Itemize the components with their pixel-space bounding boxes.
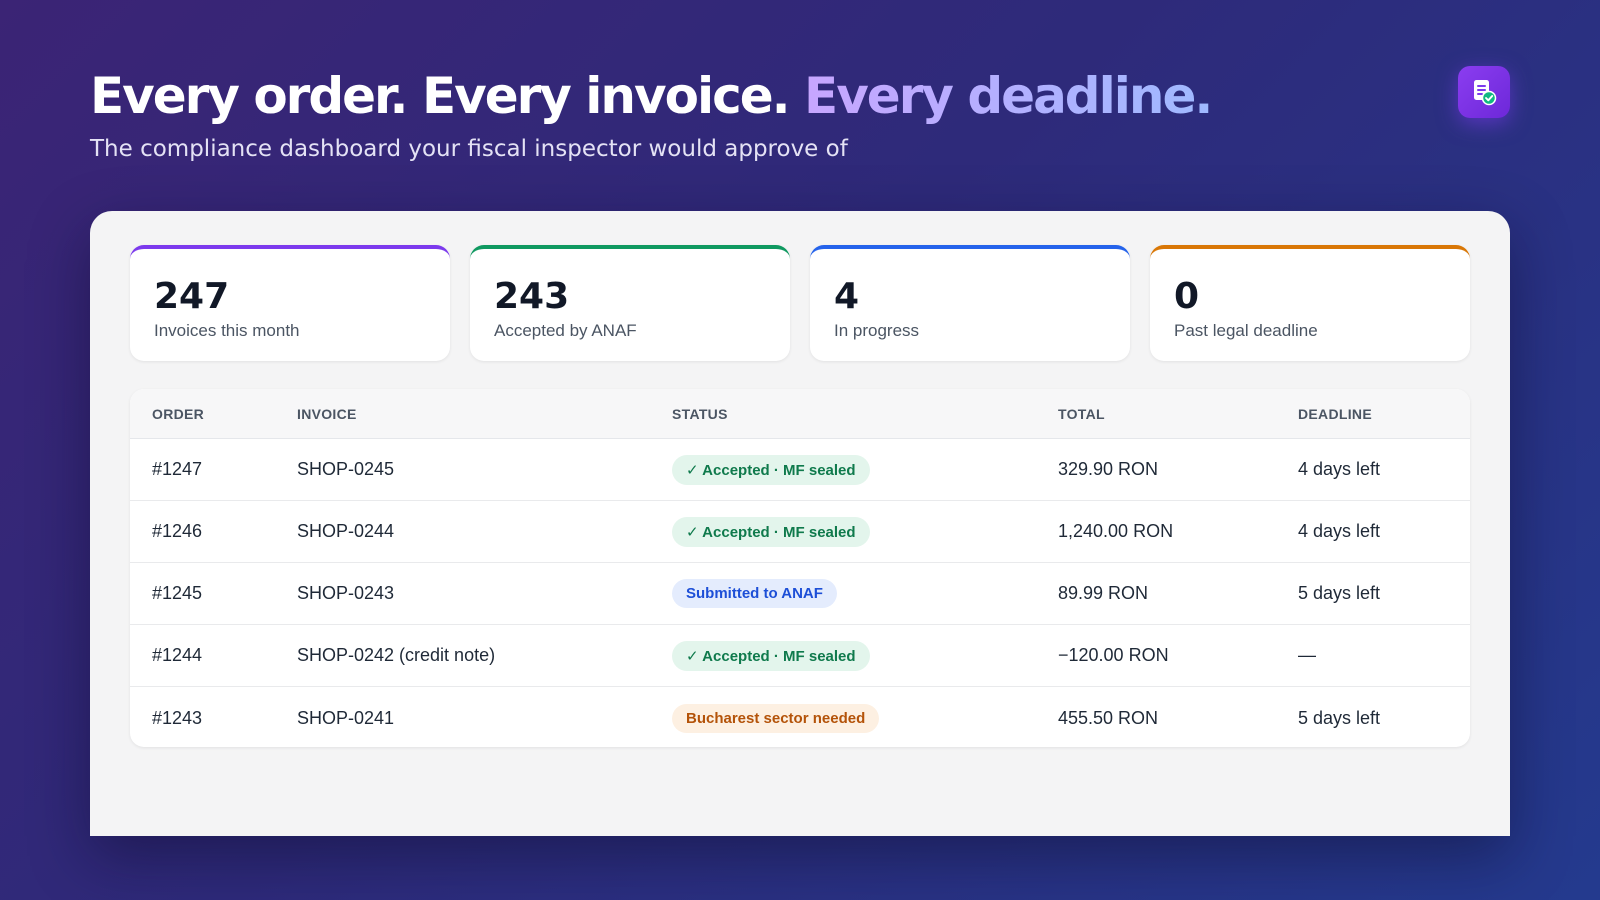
stats-row: 247 Invoices this month 243 Accepted by ANA… [130,245,1470,361]
deadline-cell: 4 days left [1298,459,1381,479]
page-headline: Every order. Every invoice. Every deadli… [90,66,1213,126]
status-badge: ✓ Accepted · MF sealed [672,640,870,671]
stat-label: In progress [834,321,920,340]
column-header-deadline[interactable]: DEADLINE [1298,406,1468,422]
status-badge: ✓ Accepted · MF sealed [672,454,870,485]
table-row[interactable]: #1243 SHOP-0241 Bucharest sector needed 455… [130,687,1470,747]
table-body: #1247 SHOP-0245 ✓ Accepted · MF sealed 329.… [130,439,1470,747]
table-row[interactable]: #1245 SHOP-0243 Submitted to ANAF 89.99 RON… [130,563,1470,625]
stat-value: 0 [1174,276,1200,317]
table-row[interactable]: #1246 SHOP-0244 ✓ Accepted · MF sealed 1,24… [130,501,1470,563]
total-cell: 329.90 RON [1058,459,1159,479]
column-header-status[interactable]: STATUS [672,406,1058,422]
order-cell: #1245 [152,583,203,603]
total-cell: 455.50 RON [1058,707,1159,728]
order-cell: #1246 [152,521,203,541]
total-cell: 1,240.00 RON [1058,521,1174,541]
column-header-total[interactable]: TOTAL [1058,406,1298,422]
status-cell: ✓ Accepted · MF sealed [672,640,1058,671]
deadline-cell: 5 days left [1298,583,1381,603]
deadline-cell: — [1298,645,1316,665]
table-header: ORDER INVOICE STATUS TOTAL DEADLINE [130,389,1470,439]
order-cell: #1244 [152,645,203,665]
stat-card: 243 Accepted by ANAF [470,245,790,361]
page-subtitle: The compliance dashboard your fiscal ins… [90,136,848,162]
deadline-cell: 5 days left [1298,707,1381,728]
status-cell: Submitted to ANAF [672,579,1058,608]
status-badge: Submitted to ANAF [672,579,837,608]
stat-card: 247 Invoices this month [130,245,450,361]
column-header-order[interactable]: ORDER [152,406,297,422]
deadline-cell: 4 days left [1298,521,1381,541]
status-cell: ✓ Accepted · MF sealed [672,454,1058,485]
headline-accent: Every deadline. [804,67,1213,125]
stat-value: 4 [834,276,860,317]
total-cell: −120.00 RON [1058,645,1169,665]
hero: Every order. Every invoice. Every deadli… [90,66,1213,162]
column-header-invoice[interactable]: INVOICE [297,406,672,422]
headline-main: Every order. Every invoice. [90,67,805,125]
status-badge: Bucharest sector needed [672,703,880,733]
stat-label: Accepted by ANAF [494,321,637,340]
invoice-cell: SHOP-0245 [297,459,395,479]
stat-card: 4 In progress [810,245,1130,361]
stat-label: Past legal deadline [1174,321,1318,340]
table-row[interactable]: #1244 SHOP-0242 (credit note) ✓ Accepted ·… [130,625,1470,687]
invoice-cell: SHOP-0242 (credit note) [297,645,496,665]
status-cell: ✓ Accepted · MF sealed [672,516,1058,547]
invoice-cell: SHOP-0244 [297,521,395,541]
stat-value: 247 [154,276,230,317]
table-row[interactable]: #1247 SHOP-0245 ✓ Accepted · MF sealed 329.… [130,439,1470,501]
app-logo[interactable] [1458,66,1510,118]
dashboard-panel: 247 Invoices this month 243 Accepted by ANA… [90,211,1510,836]
stat-card: 0 Past legal deadline [1150,245,1470,361]
order-cell: #1247 [152,459,203,479]
document-check-icon [1474,80,1497,106]
status-cell: Bucharest sector needed [672,703,1058,733]
invoice-cell: SHOP-0243 [297,583,395,603]
invoice-cell: SHOP-0241 [297,707,395,728]
stat-value: 243 [494,276,570,317]
stat-label: Invoices this month [154,321,300,340]
total-cell: 89.99 RON [1058,583,1149,603]
status-badge: ✓ Accepted · MF sealed [672,516,870,547]
invoices-table: ORDER INVOICE STATUS TOTAL DEADLINE #124… [130,389,1470,747]
order-cell: #1243 [152,707,203,728]
